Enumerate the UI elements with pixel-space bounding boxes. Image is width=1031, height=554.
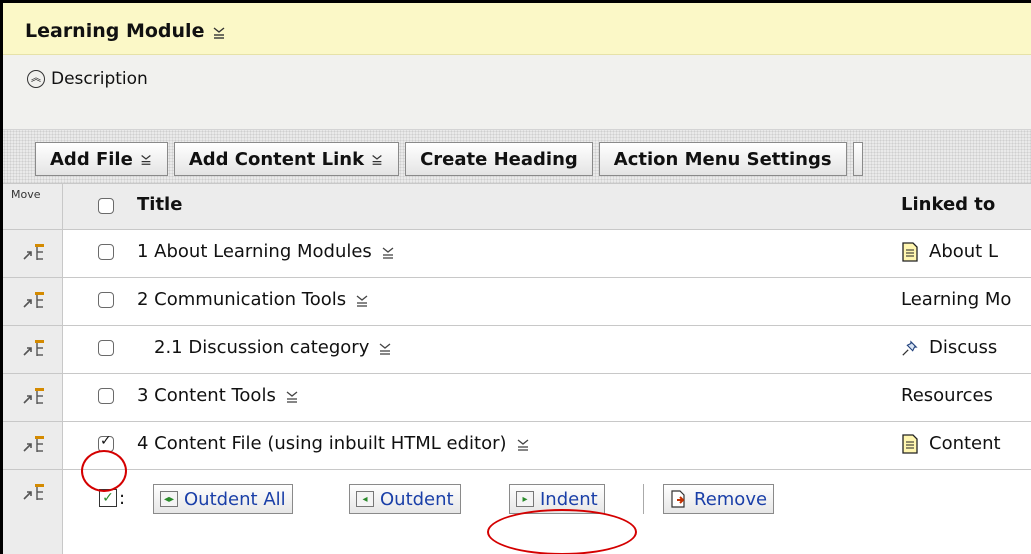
table-row: 1 About Learning Modules About L [3,229,1031,277]
table-row: 2 Communication Tools Learning Mo [3,277,1031,325]
document-icon [902,241,918,262]
outdent-button[interactable]: ◂ Outdent [349,484,461,514]
outdent-label: Outdent [380,488,454,510]
row-checkbox[interactable] [98,388,114,404]
add-content-link-button[interactable]: Add Content Link [173,142,400,176]
action-toolbar: Add File Add Content Link Create Heading [3,129,1031,183]
module-header: Learning Module [3,3,1031,55]
title-column-header[interactable]: Title [137,194,182,215]
description-label: Description [51,69,148,89]
row-linked-to[interactable]: Content [901,433,1001,454]
remove-icon [671,490,685,508]
selection-check-icon: ✓ [99,489,117,507]
menu-chevron-icon [141,155,151,165]
description-panel: ︽ Description [3,55,1031,129]
selection-colon: : [119,488,126,509]
row-checkbox[interactable] [98,292,114,308]
row-title[interactable]: 2 Communication Tools [137,289,370,310]
linked-to-column-header: Linked to [901,194,995,215]
move-handle-icon[interactable] [21,336,47,362]
learning-module-page: Learning Module ︽ Description Add File A… [0,0,1031,554]
page-title-wrap: Learning Module [25,20,227,42]
row-title-label: 2.1 Discussion category [154,337,370,358]
page-title: Learning Module [25,20,205,42]
action-separator [643,484,644,514]
create-heading-button[interactable]: Create Heading [405,142,593,176]
remove-label: Remove [694,488,768,510]
action-menu-settings-label: Action Menu Settings [613,148,832,170]
more-toolbar-button[interactable] [852,142,863,176]
move-handle-cell [3,422,63,469]
remove-button[interactable]: Remove [663,484,775,514]
title-header-label: Title [137,194,183,215]
collapse-up-icon[interactable]: ︽ [27,70,45,88]
row-linked-to[interactable]: About L [901,241,998,262]
linked-header-label: Linked to [901,194,996,215]
row-linked-to[interactable]: Learning Mo [901,289,1011,310]
outdent-all-icon: ◂▸ [160,491,178,507]
create-heading-label: Create Heading [420,148,578,170]
linked-label: Learning Mo [901,289,1012,310]
table-header-row: Move Title Linked to [3,183,1031,229]
select-all-checkbox[interactable] [98,198,114,214]
table-row: 2.1 Discussion category Discuss [3,325,1031,373]
linked-label: Discuss [929,337,998,358]
outdent-all-button[interactable]: ◂▸ Outdent All [153,484,293,514]
row-title[interactable]: 2.1 Discussion category [154,337,393,358]
move-handle-icon[interactable] [21,432,47,458]
add-file-label: Add File [50,148,133,170]
row-title-label: 3 Content Tools [137,385,276,406]
pushpin-icon [902,339,918,356]
linked-label: About L [929,241,998,262]
document-icon [902,433,918,454]
move-handle-cell [3,230,63,277]
move-handle-icon[interactable] [21,480,47,506]
indent-button[interactable]: ▸ Indent [509,484,605,514]
row-title-label: 4 Content File (using inbuilt HTML edito… [137,433,507,454]
menu-chevron-icon[interactable] [377,340,393,356]
action-menu-settings-button[interactable]: Action Menu Settings [598,142,847,176]
add-file-button[interactable]: Add File [35,142,168,176]
table-row: 3 Content Tools Resources [3,373,1031,421]
indent-label: Indent [540,488,598,510]
add-content-link-label: Add Content Link [188,148,365,170]
move-handle-icon[interactable] [21,288,47,314]
row-title[interactable]: 4 Content File (using inbuilt HTML edito… [137,433,531,454]
row-linked-to[interactable]: Resources [901,385,993,406]
outdent-icon: ◂ [356,491,374,507]
move-handle-icon[interactable] [21,384,47,410]
move-handle-cell [3,326,63,373]
move-column-header: Move [3,184,63,229]
row-linked-to[interactable]: Discuss [901,337,997,358]
menu-chevron-icon[interactable] [380,244,396,260]
move-handle-cell [3,374,63,421]
move-handle-icon[interactable] [21,240,47,266]
menu-chevron-icon[interactable] [354,292,370,308]
row-title[interactable]: 3 Content Tools [137,385,300,406]
move-handle-cell [3,470,63,554]
linked-label: Content [929,433,1001,454]
row-title-label: 1 About Learning Modules [137,241,372,262]
bulk-action-row: ✓ : ◂▸ Outdent All ◂ Outdent ▸ Indent Re… [3,469,1031,554]
menu-chevron-icon[interactable] [515,436,531,452]
row-checkbox[interactable] [98,340,114,356]
move-handle-cell [3,278,63,325]
row-title-label: 2 Communication Tools [137,289,347,310]
menu-chevron-icon [372,155,382,165]
menu-chevron-icon[interactable] [211,24,227,40]
move-label: Move [11,188,41,201]
description-toggle[interactable]: ︽ Description [27,69,148,89]
row-checkbox[interactable] [98,244,114,260]
row-checkbox-checked[interactable] [98,433,114,452]
linked-label: Resources [901,385,993,406]
table-row: 4 Content File (using inbuilt HTML edito… [3,421,1031,469]
row-title[interactable]: 1 About Learning Modules [137,241,396,262]
indent-icon: ▸ [516,491,534,507]
outdent-all-label: Outdent All [184,488,286,510]
menu-chevron-icon[interactable] [284,388,300,404]
